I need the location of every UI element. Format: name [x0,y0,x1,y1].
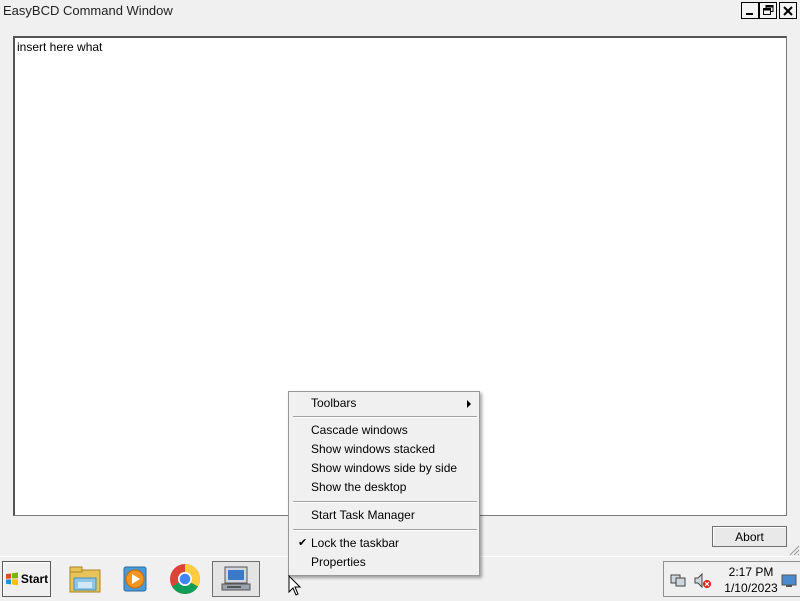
mouse-cursor-icon [288,575,302,596]
menu-item-label: Cascade windows [311,423,408,437]
volume-muted-icon[interactable] [694,573,712,589]
menu-item-cascade-windows[interactable]: Cascade windows [291,421,477,440]
minimize-button[interactable] [741,2,759,19]
restore-button[interactable] [759,2,777,19]
chrome-icon [170,564,201,594]
menu-item-properties[interactable]: Properties [291,553,477,572]
media-player-icon [123,566,147,592]
clock-date[interactable]: 1/10/2023 [716,581,786,595]
menu-separator [293,529,477,531]
window-title: EasyBCD Command Window [3,3,173,18]
taskbar-app-file-explorer[interactable] [64,561,106,597]
menu-item-toolbars[interactable]: Toolbars [291,394,477,413]
taskbar-app-chrome[interactable] [164,561,206,597]
restore-icon [762,5,773,15]
taskbar-app-easybcd[interactable] [212,561,260,597]
file-explorer-icon [69,566,101,593]
minimize-icon [746,12,753,15]
start-button[interactable]: Start [2,561,51,597]
desktop-icon[interactable] [781,574,797,588]
menu-separator [293,416,477,418]
output-text: insert here what [17,40,103,54]
menu-item-start-task-manager[interactable]: Start Task Manager [291,506,477,525]
abort-button[interactable]: Abort [712,526,787,547]
taskbar-app-media-player[interactable] [114,561,156,597]
clock-time[interactable]: 2:17 PM [726,565,776,579]
title-bar: EasyBCD Command Window [0,0,800,22]
menu-item-show-windows-stacked[interactable]: Show windows stacked [291,440,477,459]
submenu-arrow-icon [467,400,471,408]
menu-separator [293,501,477,503]
menu-item-label: Show windows stacked [311,442,436,456]
checkmark-icon: ✔ [298,537,308,549]
taskbar-context-menu: Toolbars Cascade windows Show windows st… [288,391,480,576]
network-icon[interactable] [670,573,686,589]
menu-item-show-windows-side-by-side[interactable]: Show windows side by side [291,459,477,478]
system-tray: 2:17 PM 1/10/2023 [663,561,800,597]
menu-item-lock-taskbar[interactable]: ✔ Lock the taskbar [291,534,477,553]
menu-item-label: Toolbars [311,396,357,410]
windows-logo-icon [5,572,18,586]
easybcd-icon [221,566,251,591]
menu-item-label: Lock the taskbar [311,536,400,550]
menu-item-label: Start Task Manager [311,508,415,522]
start-label: Start [20,572,49,586]
menu-item-label: Show the desktop [311,480,407,494]
menu-item-label: Properties [311,555,366,569]
menu-item-show-desktop[interactable]: Show the desktop [291,478,477,497]
close-icon [783,5,793,16]
close-button[interactable] [779,2,797,19]
resize-grip-icon[interactable] [788,544,800,556]
menu-item-label: Show windows side by side [311,461,458,475]
